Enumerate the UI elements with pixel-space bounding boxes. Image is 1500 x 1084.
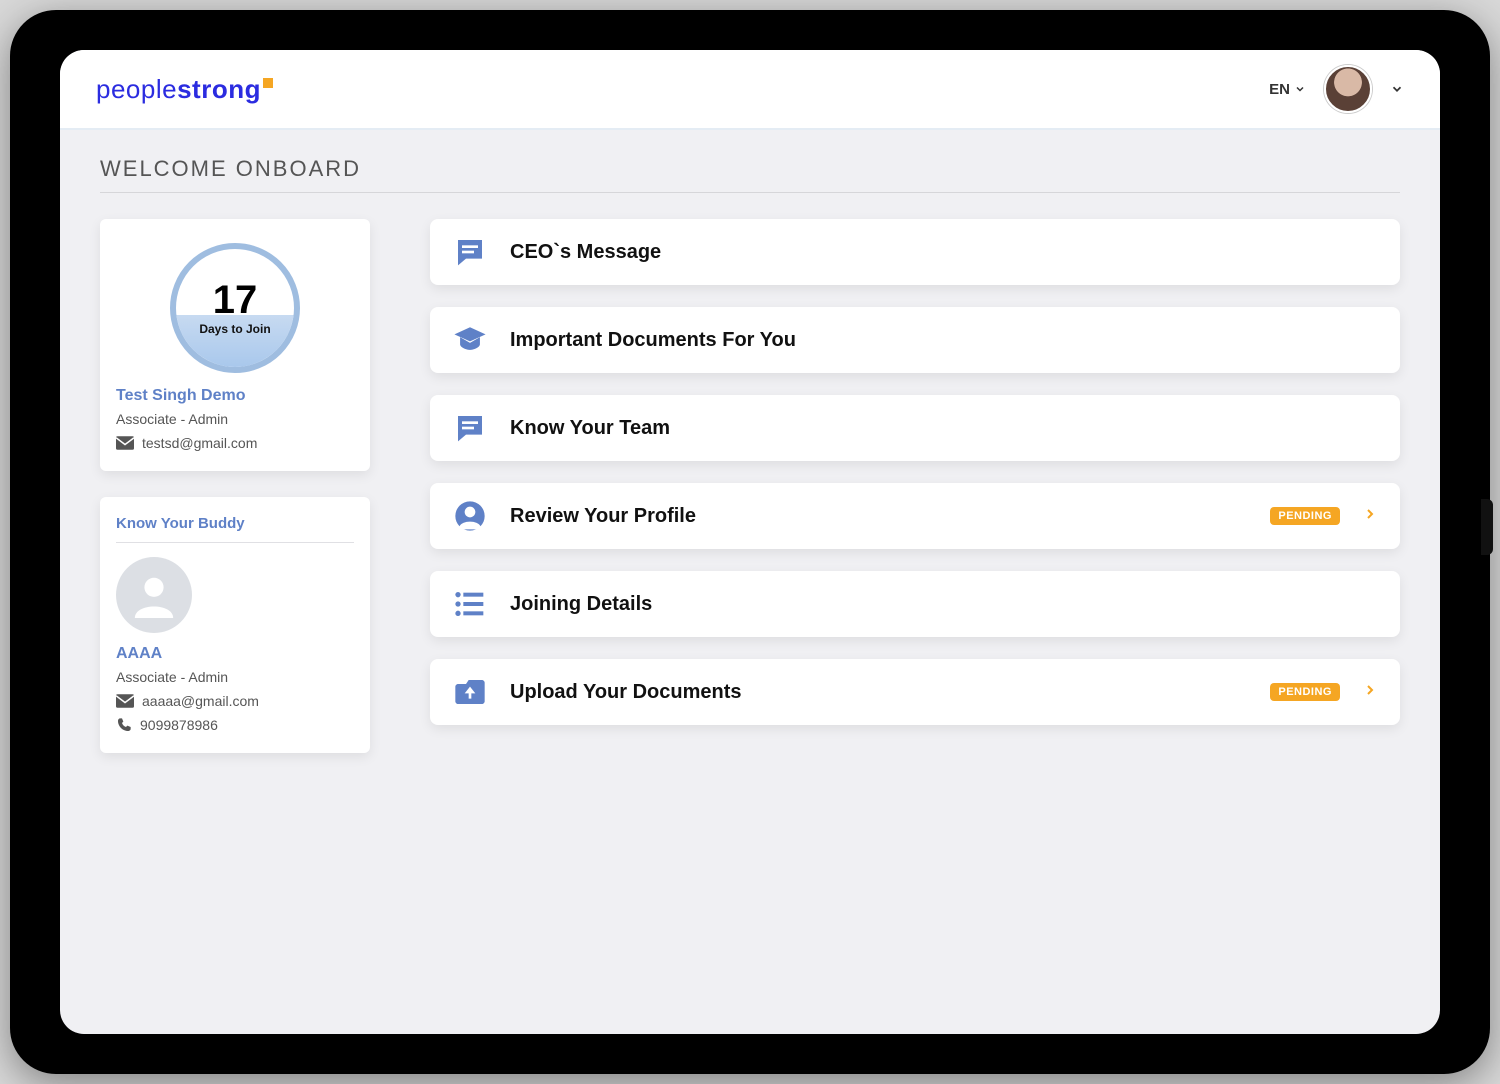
step-review-profile[interactable]: Review Your Profile PENDING [430,483,1400,549]
left-column: 17 Days to Join Test Singh Demo Associat… [100,219,370,779]
profile-role: Associate - Admin [116,411,354,427]
buddy-phone-row: 9099878986 [116,717,354,733]
profile-name: Test Singh Demo [116,387,354,405]
top-bar: peoplestrong EN [60,50,1440,130]
mail-icon [116,694,134,708]
chat-icon [452,234,488,270]
page-title: WELCOME ONBOARD [100,156,1400,193]
chevron-right-icon [1362,682,1378,703]
buddy-heading: Know Your Buddy [116,515,354,543]
language-label: EN [1269,81,1290,98]
step-important-docs[interactable]: Important Documents For You [430,307,1400,373]
days-value: 17 [213,280,258,320]
buddy-name: AAAA [116,645,354,663]
step-know-team[interactable]: Know Your Team [430,395,1400,461]
step-title: CEO`s Message [510,241,1378,264]
step-title: Know Your Team [510,417,1378,440]
profile-email: testsd@gmail.com [142,435,257,451]
logo-text-1: people [96,74,177,104]
list-icon [452,586,488,622]
user-menu-chevron-icon[interactable] [1390,82,1404,96]
step-joining-details[interactable]: Joining Details [430,571,1400,637]
chevron-right-icon [1362,506,1378,527]
profile-email-row: testsd@gmail.com [116,435,354,451]
status-badge: PENDING [1270,507,1340,525]
status-badge: PENDING [1270,683,1340,701]
buddy-card: Know Your Buddy AAAA Associate - Admin a… [100,497,370,753]
logo: peoplestrong [96,74,273,105]
top-right-controls: EN [1269,65,1404,113]
step-title: Upload Your Documents [510,681,1248,704]
language-selector[interactable]: EN [1269,81,1306,98]
chevron-down-icon [1294,83,1306,95]
buddy-role: Associate - Admin [116,669,354,685]
days-counter: 17 Days to Join [170,243,300,373]
person-icon [452,498,488,534]
buddy-phone: 9099878986 [140,717,218,733]
step-title: Review Your Profile [510,505,1248,528]
buddy-email-row: aaaaa@gmail.com [116,693,354,709]
profile-card: 17 Days to Join Test Singh Demo Associat… [100,219,370,471]
phone-icon [116,717,132,733]
screen: peoplestrong EN WELCOME ONBOARD [60,50,1440,1034]
content-area: WELCOME ONBOARD 17 Days to Join Test Sin… [60,130,1440,1034]
grad-icon [452,322,488,358]
step-title: Joining Details [510,593,1378,616]
days-counter-wrap: 17 Days to Join [116,243,354,373]
step-ceo-message[interactable]: CEO`s Message [430,219,1400,285]
mail-icon [116,436,134,450]
days-label: Days to Join [199,322,270,336]
tablet-frame: peoplestrong EN WELCOME ONBOARD [10,10,1490,1074]
logo-accent-square [263,78,273,88]
buddy-email: aaaaa@gmail.com [142,693,259,709]
step-upload-docs[interactable]: Upload Your Documents PENDING [430,659,1400,725]
upload-icon [452,674,488,710]
main-layout: 17 Days to Join Test Singh Demo Associat… [100,219,1400,779]
chat-icon [452,410,488,446]
buddy-avatar [116,557,192,633]
user-avatar[interactable] [1324,65,1372,113]
steps-list: CEO`s Message Important Documents For You… [430,219,1400,725]
logo-text-2: strong [177,74,261,104]
step-title: Important Documents For You [510,329,1378,352]
